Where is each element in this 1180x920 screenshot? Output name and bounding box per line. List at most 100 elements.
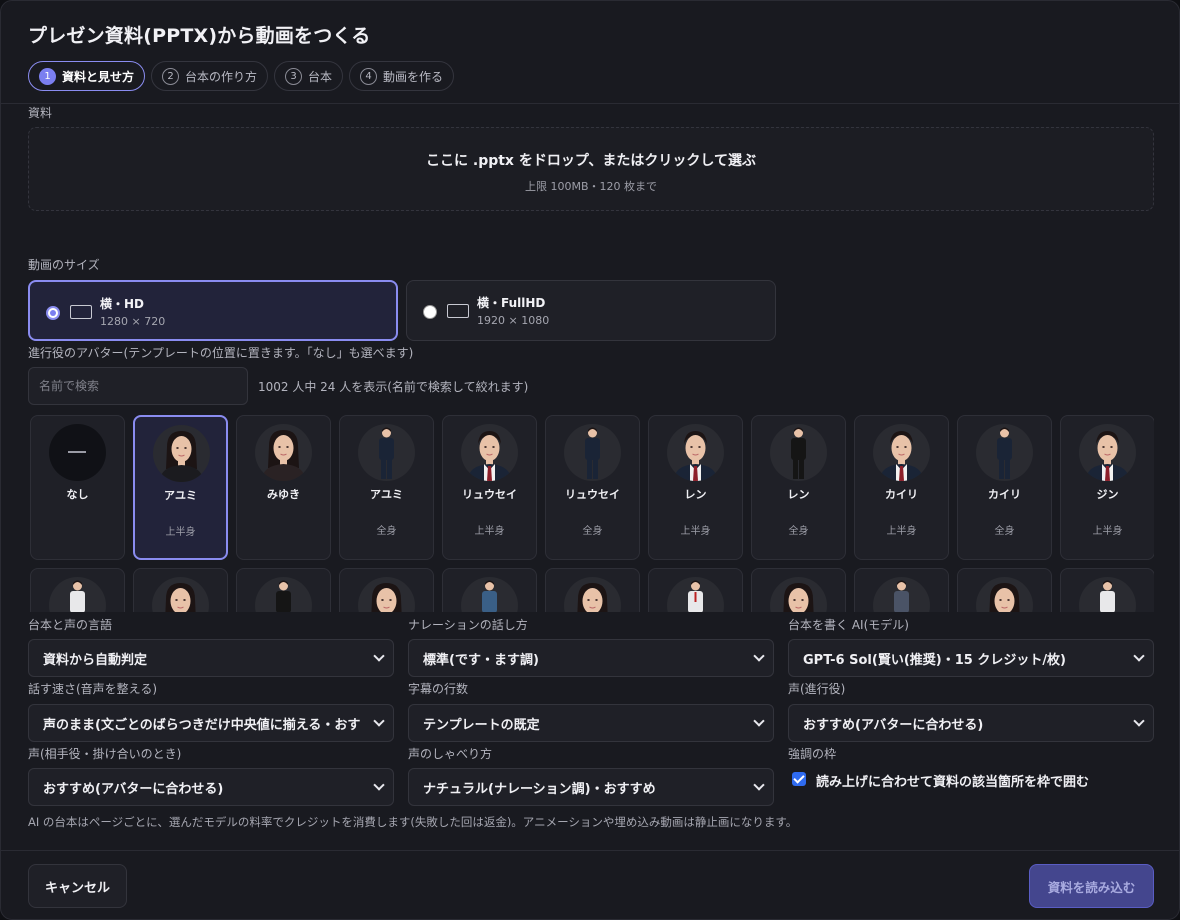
avatar-name: アユミ bbox=[370, 488, 403, 501]
dash-icon bbox=[68, 451, 86, 453]
avatar-card[interactable]: レン 上半身 bbox=[648, 415, 743, 560]
avatar-card[interactable] bbox=[751, 568, 846, 612]
chevron-down-icon bbox=[753, 779, 765, 791]
avatar-card[interactable]: ジン 上半身 bbox=[1060, 415, 1154, 560]
avatar-type: 上半身 bbox=[1092, 526, 1123, 537]
highlight-checkbox[interactable] bbox=[792, 772, 806, 786]
avatar-portrait bbox=[461, 577, 518, 612]
avatar-card[interactable]: リュウセイ 上半身 bbox=[442, 415, 537, 560]
select-value: おすすめ(アバターに合わせる) bbox=[43, 781, 224, 797]
cancel-button[interactable]: キャンセル bbox=[28, 864, 127, 908]
avatar-portrait bbox=[153, 425, 210, 482]
avatar-card[interactable]: アユミ 上半身 bbox=[133, 415, 228, 560]
avatar-card[interactable]: アユミ 全身 bbox=[339, 415, 434, 560]
avatar-card[interactable] bbox=[648, 568, 743, 612]
landscape-icon bbox=[70, 305, 92, 319]
select-value: テンプレートの既定 bbox=[423, 717, 540, 733]
avatar-card[interactable] bbox=[442, 568, 537, 612]
select-value: ナチュラル(ナレーション調)・おすすめ bbox=[423, 781, 656, 797]
avatar-card[interactable] bbox=[30, 568, 125, 612]
size-option-fullhd[interactable]: 横・FullHD 1920 × 1080 bbox=[406, 280, 776, 341]
size-name: 横・HD bbox=[100, 297, 145, 311]
step-3[interactable]: 3 台本 bbox=[274, 61, 344, 91]
chevron-down-icon bbox=[1133, 715, 1145, 727]
avatar-portrait bbox=[770, 577, 827, 612]
avatar-portrait bbox=[152, 577, 209, 612]
avatar-portrait bbox=[358, 424, 415, 481]
caption-lines-select[interactable]: テンプレートの既定 bbox=[408, 704, 774, 742]
avatar-card[interactable]: なし bbox=[30, 415, 125, 560]
avatar-count: 1002 人中 24 人を表示(名前で検索して絞れます) bbox=[258, 380, 529, 394]
dialog-title: プレゼン資料(PPTX)から動画をつくる bbox=[28, 25, 371, 47]
caption-lines-label: 字幕の行数 bbox=[408, 682, 469, 696]
import-pptx-dialog: プレゼン資料(PPTX)から動画をつくる 1 資料と見せ方 2 台本の作り方 3… bbox=[0, 0, 1180, 920]
avatar-card[interactable] bbox=[957, 568, 1052, 612]
step-1[interactable]: 1 資料と見せ方 bbox=[28, 61, 146, 91]
avatar-portrait bbox=[1079, 424, 1136, 481]
avatar-card[interactable] bbox=[545, 568, 640, 612]
avatar-type: 上半身 bbox=[886, 526, 917, 537]
voice-partner-select[interactable]: おすすめ(アバターに合わせる) bbox=[28, 768, 394, 806]
material-label: 資料 bbox=[28, 106, 53, 120]
highlight-checkbox-label[interactable]: 読み上げに合わせて資料の該当箇所を枠で囲む bbox=[816, 771, 1089, 790]
size-dims: 1920 × 1080 bbox=[477, 314, 550, 327]
step-label: 動画を作る bbox=[383, 69, 444, 84]
radio-button[interactable] bbox=[46, 306, 60, 320]
avatar-name: カイリ bbox=[988, 488, 1021, 501]
avatar-type: 全身 bbox=[582, 526, 603, 537]
step-4[interactable]: 4 動画を作る bbox=[349, 61, 455, 91]
step-number: 4 bbox=[360, 67, 378, 85]
voice-host-select[interactable]: おすすめ(アバターに合わせる) bbox=[788, 704, 1154, 742]
narration-select[interactable]: 標準(です・ます調) bbox=[408, 639, 774, 677]
chevron-down-icon bbox=[373, 650, 385, 662]
avatar-name: リュウセイ bbox=[462, 488, 517, 501]
avatar-card[interactable] bbox=[854, 568, 949, 612]
language-select[interactable]: 資料から自動判定 bbox=[28, 639, 394, 677]
radio-button[interactable] bbox=[423, 305, 437, 319]
avatar-card[interactable]: カイリ 上半身 bbox=[854, 415, 949, 560]
pptx-dropzone[interactable]: ここに .pptx をドロップ、またはクリックして選ぶ 上限 100MB・120… bbox=[28, 127, 1154, 211]
avatar-card[interactable] bbox=[133, 568, 228, 612]
size-option-hd[interactable]: 横・HD 1280 × 720 bbox=[28, 280, 398, 341]
avatar-card[interactable]: カイリ 全身 bbox=[957, 415, 1052, 560]
dialog-header: プレゼン資料(PPTX)から動画をつくる 1 資料と見せ方 2 台本の作り方 3… bbox=[28, 21, 1152, 91]
avatar-type: 全身 bbox=[788, 526, 809, 537]
avatar-portrait bbox=[667, 577, 724, 612]
avatar-name: レン bbox=[684, 488, 707, 501]
step-label: 資料と見せ方 bbox=[62, 69, 135, 84]
ai-model-select[interactable]: GPT-6 Sol(賢い(推奨)・15 クレジット/枚) bbox=[788, 639, 1154, 677]
select-value: 資料から自動判定 bbox=[43, 652, 148, 668]
chevron-down-icon bbox=[753, 715, 765, 727]
voice-style-select[interactable]: ナチュラル(ナレーション調)・おすすめ bbox=[408, 768, 774, 806]
avatar-portrait bbox=[255, 424, 312, 481]
speed-select[interactable]: 声のまま(文ごとのばらつきだけ中央値に揃える・おすすめ) bbox=[28, 704, 394, 742]
avatar-card[interactable]: レン 全身 bbox=[751, 415, 846, 560]
select-value: おすすめ(アバターに合わせる) bbox=[803, 717, 984, 733]
language-label: 台本と声の言語 bbox=[28, 618, 113, 632]
avatar-card[interactable] bbox=[1060, 568, 1154, 612]
highlight-label: 強調の枠 bbox=[788, 747, 837, 761]
step-number: 1 bbox=[39, 67, 56, 85]
load-material-button[interactable]: 資料を読み込む bbox=[1029, 864, 1154, 908]
avatar-type: 上半身 bbox=[165, 527, 196, 538]
credit-note: AI の台本はページごとに、選んだモデルの料率でクレジットを消費します(失敗した… bbox=[28, 815, 798, 829]
ai-model-label: 台本を書く AI(モデル) bbox=[788, 618, 909, 632]
avatar-portrait bbox=[49, 577, 106, 612]
avatar-name: なし bbox=[66, 488, 89, 501]
step-number: 3 bbox=[285, 67, 303, 85]
avatar-type: 上半身 bbox=[474, 526, 505, 537]
avatar-search-input[interactable] bbox=[28, 367, 248, 405]
video-size-label: 動画のサイズ bbox=[28, 258, 100, 272]
avatar-type: 全身 bbox=[376, 526, 397, 537]
avatar-name: レン bbox=[787, 488, 810, 501]
avatar-card[interactable]: みゆき bbox=[236, 415, 331, 560]
avatar-card[interactable] bbox=[236, 568, 331, 612]
step-2[interactable]: 2 台本の作り方 bbox=[151, 61, 269, 91]
select-value: 声のまま(文ごとのばらつきだけ中央値に揃える・おすすめ) bbox=[43, 717, 361, 733]
avatar-card[interactable]: リュウセイ 全身 bbox=[545, 415, 640, 560]
step-number: 2 bbox=[162, 67, 180, 85]
avatar-portrait bbox=[564, 577, 621, 612]
avatar-card[interactable] bbox=[339, 568, 434, 612]
avatar-grid[interactable]: なし アユミ 上半身 みゆき アユミ 全身 リュウセイ 上半身 リュウセイ 全身 レン 上半身 レン 全身… bbox=[28, 414, 1154, 612]
avatar-name: アユミ bbox=[164, 489, 197, 502]
